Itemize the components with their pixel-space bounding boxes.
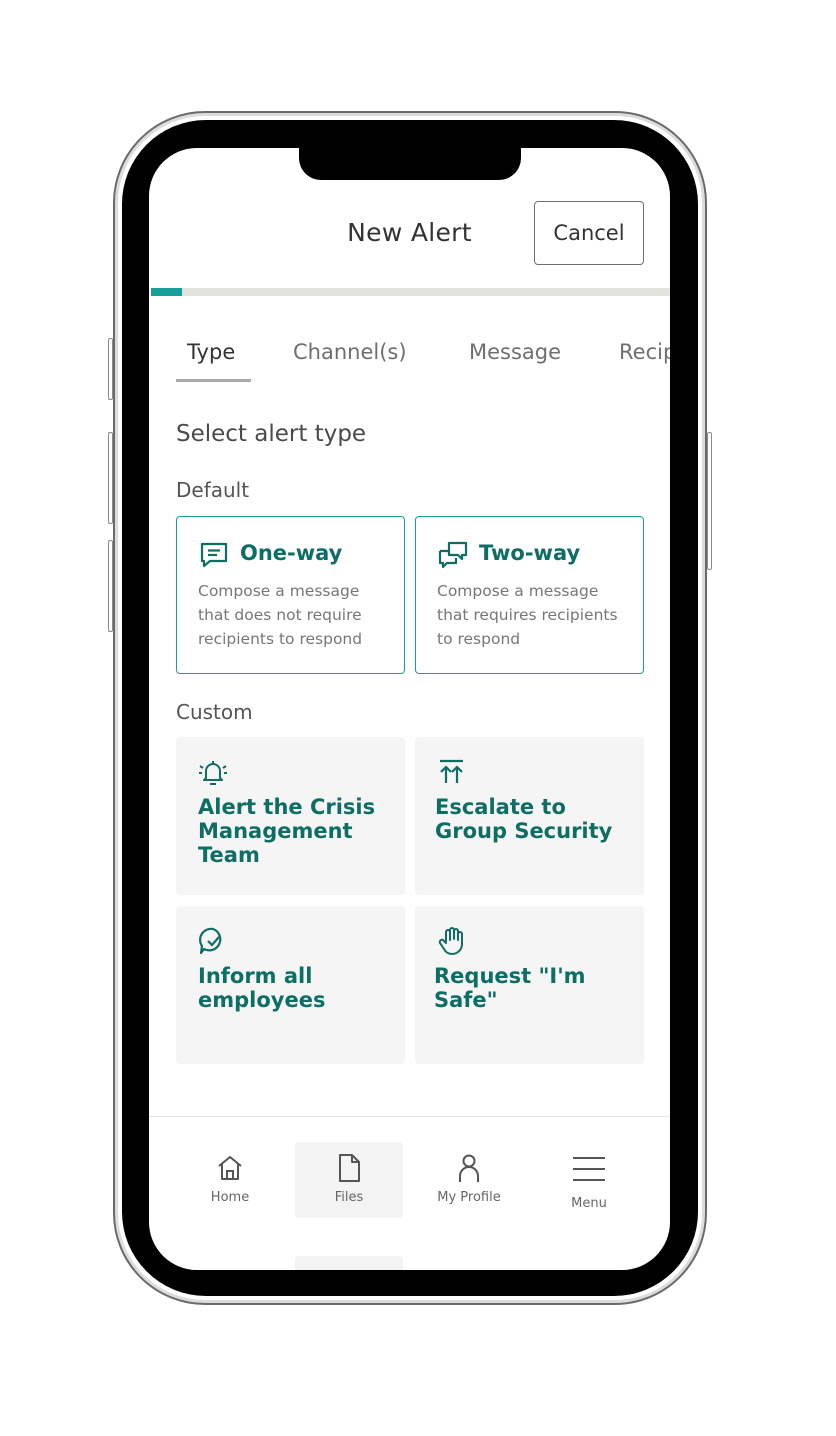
power-button (707, 432, 712, 570)
tab-message[interactable]: Message (469, 340, 561, 364)
alert-type-one-way[interactable]: One-way Compose a message that does not … (176, 516, 405, 674)
chat-check-icon (199, 927, 222, 955)
custom-alert-crisis-team[interactable]: Alert the Crisis Management Team (176, 737, 405, 895)
file-icon (339, 1154, 360, 1182)
tab-type[interactable]: Type (187, 340, 235, 364)
menu-icon (573, 1157, 605, 1181)
home-icon (218, 1156, 242, 1180)
default-group-label: Default (176, 478, 250, 502)
app-screen: New Alert Cancel Type Channel(s) Message… (149, 148, 670, 1270)
nav-label: Files (334, 1190, 364, 1205)
card-title: Escalate to Group Security (435, 795, 613, 843)
nav-files[interactable]: Files (295, 1142, 403, 1218)
card-title: Two-way (479, 541, 581, 565)
custom-alert-request-safe[interactable]: Request "I'm Safe" (415, 906, 644, 1064)
section-title: Select alert type (176, 421, 367, 447)
custom-alert-inform-employees[interactable]: Inform all employees (176, 906, 405, 1064)
scrolled-nav-ghost (295, 1256, 403, 1270)
card-title: Inform all employees (198, 964, 326, 1012)
bottom-nav-divider (149, 1116, 670, 1117)
nav-home[interactable]: Home (176, 1142, 284, 1218)
two-way-message-icon (438, 541, 468, 569)
card-title: One-way (240, 541, 343, 565)
active-tab-indicator (176, 379, 251, 382)
progress-bar-fill (151, 288, 183, 296)
tab-channels[interactable]: Channel(s) (293, 340, 407, 364)
hand-icon (438, 927, 463, 955)
progress-bar (151, 288, 670, 296)
nav-label: My Profile (437, 1190, 501, 1205)
nav-label: Menu (571, 1196, 607, 1211)
custom-alert-escalate[interactable]: Escalate to Group Security (415, 737, 644, 895)
card-description: Compose a message that requires recipien… (437, 582, 618, 648)
tab-recipients[interactable]: Recip (619, 340, 670, 364)
escalate-arrows-icon (440, 759, 463, 783)
step-tabs: Type Channel(s) Message Recip (176, 340, 670, 384)
card-title: Alert the Crisis Management Team (198, 795, 376, 867)
custom-group-label: Custom (176, 700, 253, 724)
cancel-button[interactable]: Cancel (534, 201, 644, 265)
bell-ringing-icon (199, 761, 227, 785)
nav-menu[interactable]: Menu (535, 1142, 643, 1218)
alert-type-two-way[interactable]: Two-way Compose a message that requires … (415, 516, 644, 674)
card-title: Request "I'm Safe" (434, 964, 586, 1012)
user-icon (459, 1154, 479, 1182)
nav-my-profile[interactable]: My Profile (415, 1142, 523, 1218)
phone-notch (299, 148, 521, 180)
nav-label: Home (210, 1190, 250, 1205)
card-description: Compose a message that does not require … (198, 582, 363, 648)
message-icon (200, 542, 228, 568)
